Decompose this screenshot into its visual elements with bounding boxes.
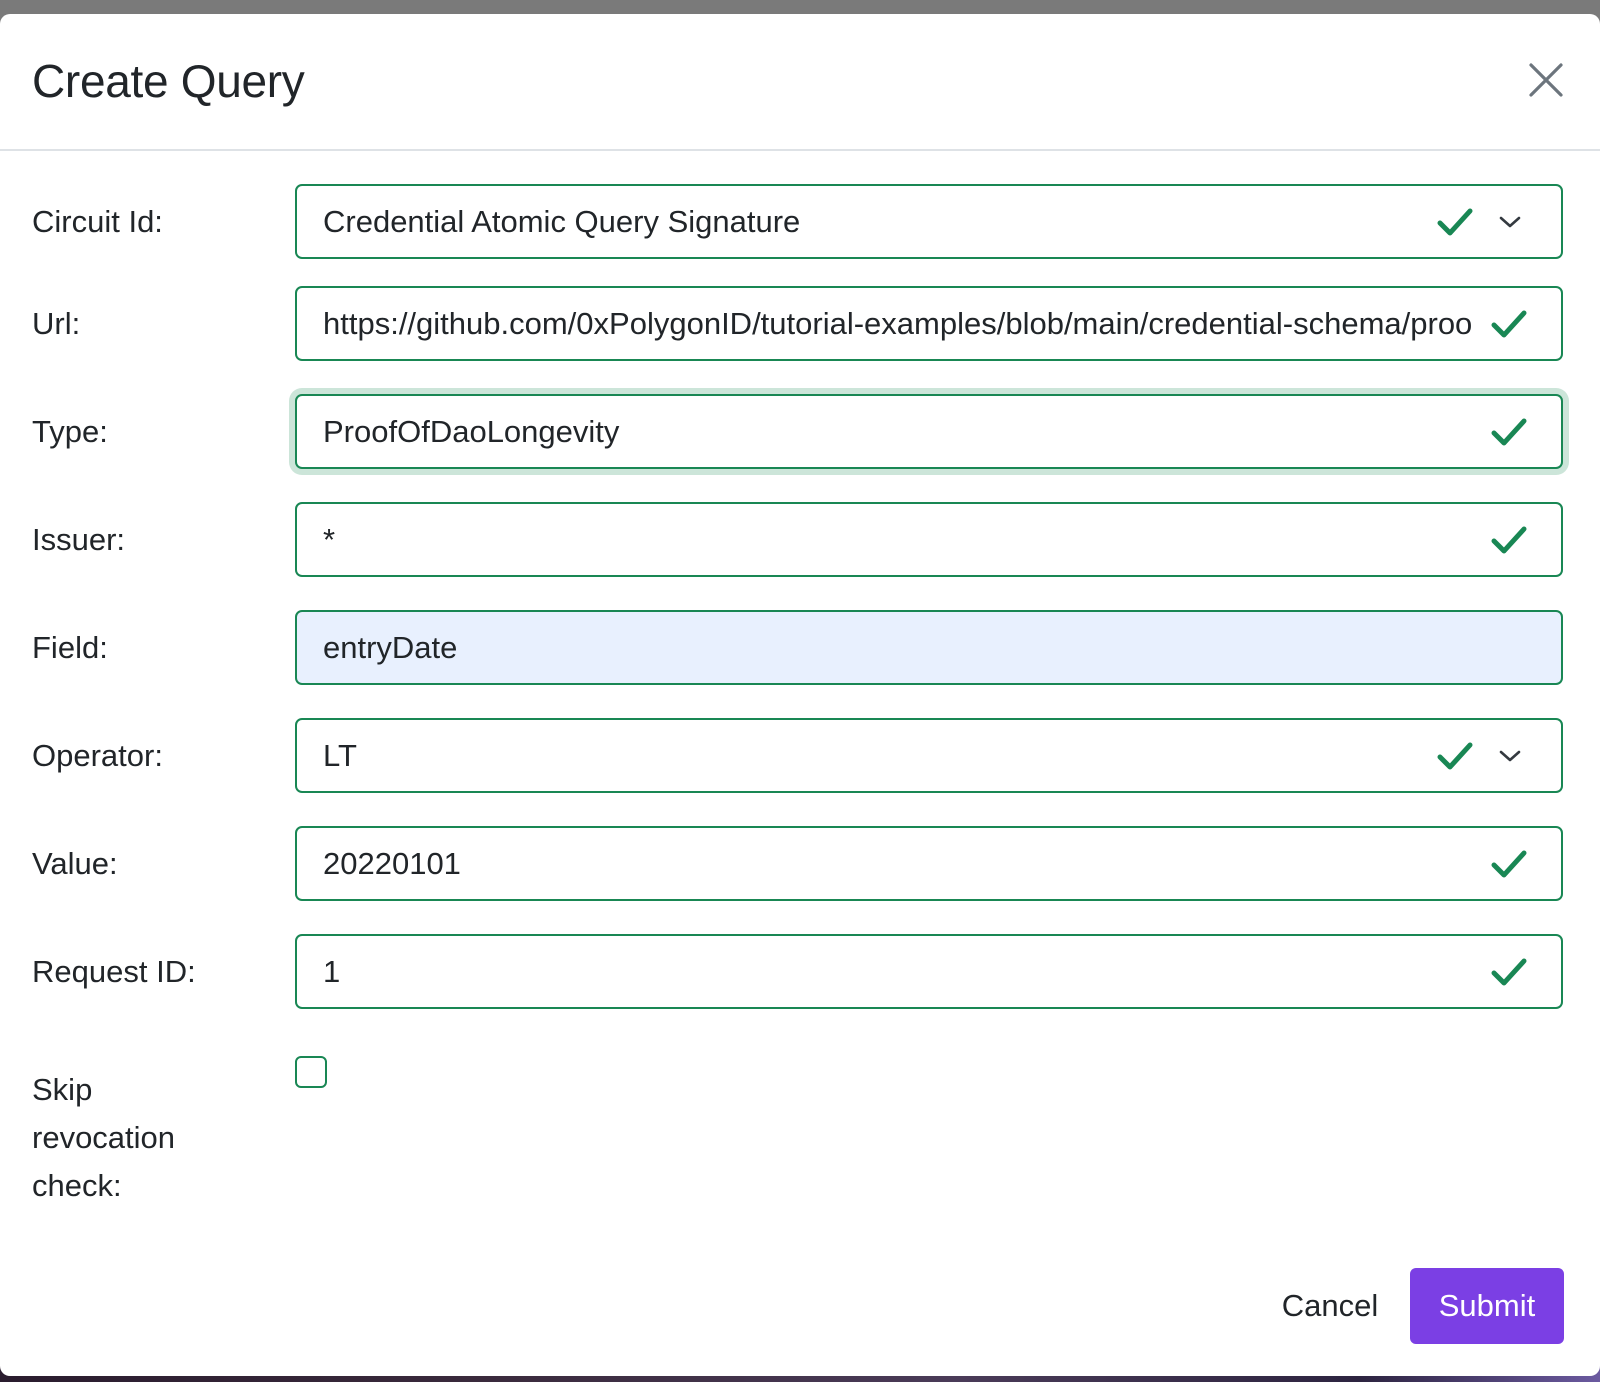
field-input[interactable]: entryDate [295,610,1563,685]
cancel-button[interactable]: Cancel [1270,1268,1390,1344]
type-input-value: ProofOfDaoLongevity [323,413,620,449]
url-row: Url: https://github.com/0xPolygonID/tuto… [0,286,1600,361]
request-id-input-value: 1 [323,953,341,989]
skip-revocation-checkbox[interactable] [295,1056,327,1088]
operator-row: Operator: LT [0,718,1600,793]
type-input[interactable]: ProofOfDaoLongevity [295,394,1563,469]
close-button[interactable] [1527,61,1565,99]
value-row: Value: 20220101 [0,826,1600,901]
create-query-dialog: Create Query Circuit Id: Credential Atom… [0,14,1600,1376]
type-row: Type: ProofOfDaoLongevity [0,394,1600,469]
check-icon [1491,850,1527,877]
dialog-title: Create Query [32,55,305,107]
issuer-input-value: * [323,521,336,557]
chevron-down-icon [1499,216,1521,227]
check-icon [1491,958,1527,985]
close-icon [1529,63,1563,97]
dialog-header: Create Query [0,14,1600,151]
url-input[interactable]: https://github.com/0xPolygonID/tutorial-… [295,286,1563,361]
circuit-id-label: Circuit Id: [32,203,163,239]
field-row: Field: entryDate [0,610,1600,685]
check-icon [1437,742,1473,769]
check-icon [1491,418,1527,445]
operator-label: Operator: [32,737,163,773]
field-label: Field: [32,629,108,665]
circuit-id-row: Circuit Id: Credential Atomic Query Sign… [0,184,1600,259]
check-icon [1491,310,1527,337]
value-input-value: 20220101 [323,845,461,881]
issuer-label: Issuer: [32,521,126,557]
value-label: Value: [32,845,118,881]
operator-selected-value: LT [323,737,357,773]
circuit-id-selected-value: Credential Atomic Query Signature [323,203,801,239]
request-id-label: Request ID: [32,953,196,989]
chevron-down-icon [1499,750,1521,761]
circuit-id-select[interactable]: Credential Atomic Query Signature [295,184,1563,259]
field-input-value: entryDate [323,629,458,665]
request-id-input[interactable]: 1 [295,934,1563,1009]
issuer-row: Issuer: * [0,502,1600,577]
value-input[interactable]: 20220101 [295,826,1563,901]
url-input-value: https://github.com/0xPolygonID/tutorial-… [323,305,1471,341]
skip-revocation-label: Skip revocation check: [32,1072,176,1203]
url-label: Url: [32,305,81,341]
operator-select[interactable]: LT [295,718,1563,793]
issuer-input[interactable]: * [295,502,1563,577]
type-label: Type: [32,413,108,449]
check-icon [1491,526,1527,553]
check-icon [1437,208,1473,235]
request-id-row: Request ID: 1 [0,934,1600,1009]
submit-button[interactable]: Submit [1410,1268,1564,1344]
skip-revocation-row: Skip revocation check: [0,1056,1600,1216]
